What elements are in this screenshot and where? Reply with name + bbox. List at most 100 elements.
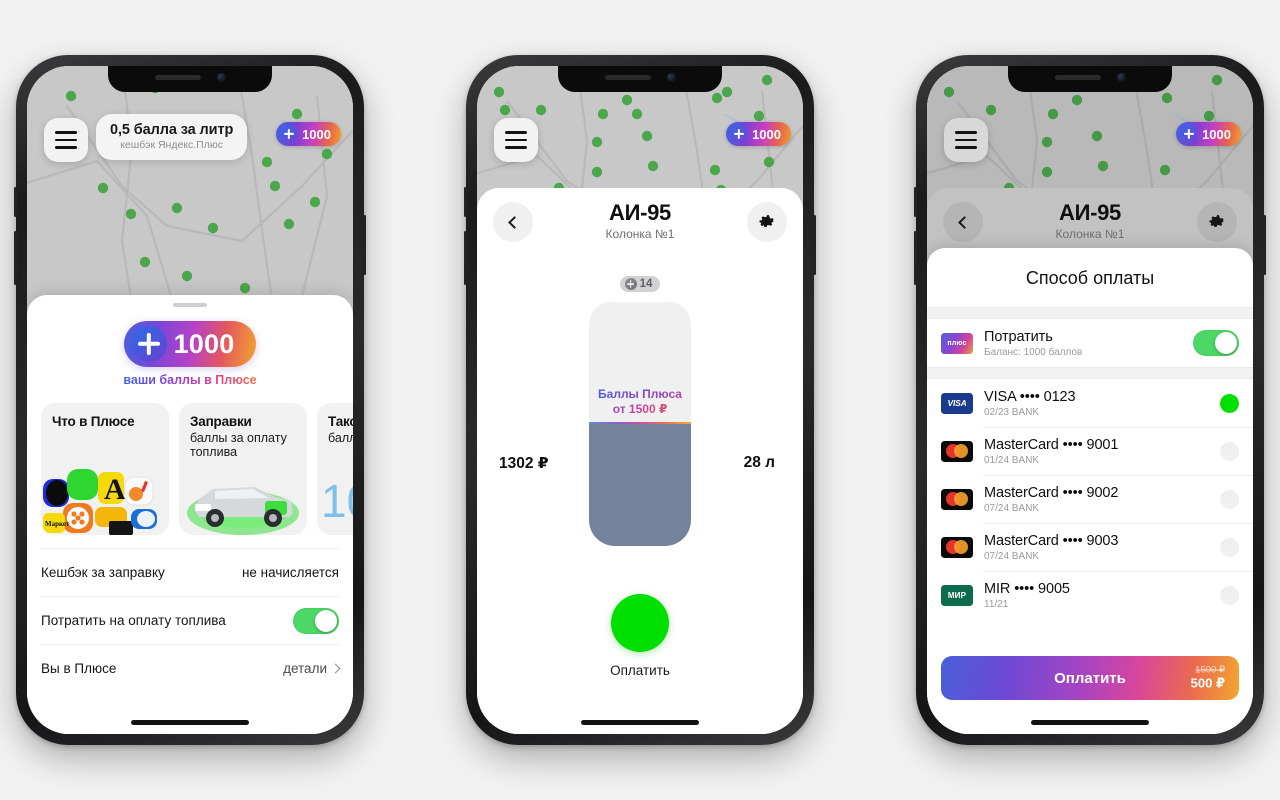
chevron-right-icon [330, 663, 341, 674]
payment-radio[interactable] [1220, 489, 1239, 509]
home-indicator[interactable] [1031, 720, 1149, 725]
back-chevron-icon [958, 215, 971, 229]
balance-points: 1000 [173, 328, 235, 359]
mir-card-icon: МИР [941, 584, 973, 606]
number-10: 10 [317, 463, 353, 535]
payment-row-meta: 01/24 BANK [984, 455, 1040, 466]
plus-points-chip[interactable]: 1000 [726, 122, 791, 146]
payment-row-text: MasterCard •••• 9002 07/24 BANK [984, 484, 1209, 514]
payment-row-mastercard-9001[interactable]: MasterCard •••• 9001 01/24 BANK [927, 427, 1253, 475]
plus-spend-toggle[interactable] [1193, 330, 1239, 356]
pay-button-label: Оплатить [1054, 669, 1126, 687]
pay-button[interactable]: Оплатить 1500 ₽ 500 ₽ [941, 656, 1239, 700]
plus-bottom-sheet[interactable]: 1000 ваши баллы в Плюсе Что в Плюсе A Ма… [27, 295, 353, 734]
pay-circle-button[interactable] [611, 594, 669, 652]
power-button[interactable] [813, 215, 816, 275]
plus-points-value: 1000 [302, 126, 331, 142]
home-indicator[interactable] [131, 720, 249, 725]
app-icons-collage: A Маркет [41, 463, 169, 535]
payment-row-visa-0123[interactable]: VISA VISA •••• 0123 02/23 BANK [927, 379, 1253, 427]
fuel-header: АИ-95 Колонка №1 [477, 188, 803, 262]
payment-radio[interactable] [1220, 585, 1239, 605]
speaker-slot [1054, 75, 1101, 80]
details-link[interactable]: детали [283, 661, 341, 676]
svg-text:A: A [104, 473, 126, 506]
back-button[interactable] [493, 202, 533, 242]
visa-card-icon: VISA [941, 392, 973, 414]
payment-row-mastercard-9003[interactable]: MasterCard •••• 9003 07/24 BANK [927, 523, 1253, 571]
row-spend-on-fuel[interactable]: Потратить на оплату топлива [41, 596, 339, 644]
hamburger-menu-icon[interactable] [44, 118, 88, 162]
promo-card-taxi[interactable]: Такси баллы Ком 10 [317, 403, 353, 535]
row-value: не начисляется [241, 565, 339, 580]
back-button[interactable] [943, 202, 983, 242]
svg-text:10: 10 [321, 475, 353, 527]
payment-row-name: Потратить [984, 329, 1053, 345]
payment-row-mir-9005[interactable]: МИР MIR •••• 9005 11/21 [927, 571, 1253, 619]
power-button[interactable] [363, 215, 366, 275]
threshold-line-1: Баллы Плюса [589, 387, 691, 401]
payment-row-name: VISA •••• 0123 [984, 389, 1076, 405]
app-icons-svg: A Маркет [43, 469, 157, 535]
mastercard-card-icon [941, 536, 973, 558]
screenshot-stage: 0,5 балла за литр кешбэк Яндекс.Плюс 100… [0, 0, 1280, 800]
hamburger-menu-icon[interactable] [494, 118, 538, 162]
promo-card-fuel[interactable]: Заправки баллы за оплату топлива [179, 403, 307, 535]
points-earn-value: 14 [639, 278, 653, 290]
spend-on-fuel-toggle[interactable] [293, 607, 339, 634]
hamburger-menu-icon[interactable] [944, 118, 988, 162]
payment-row-plus[interactable]: плюс Потратить Баланс: 1000 баллов [927, 319, 1253, 367]
home-indicator[interactable] [581, 720, 699, 725]
plus-badge-icon [624, 278, 637, 290]
plus-badge-icon [130, 326, 167, 362]
cashback-tooltip[interactable]: 0,5 балла за литр кешбэк Яндекс.Плюс [96, 114, 248, 160]
fuel-tank-threshold-line [589, 422, 691, 424]
row-label: Потратить на оплату топлива [41, 613, 226, 628]
payment-radio-selected[interactable] [1220, 393, 1239, 413]
row-you-in-plus[interactable]: Вы в Плюсе детали [41, 644, 341, 692]
phone-notch [558, 66, 722, 92]
fuel-sheet: АИ-95 Колонка №1 14 Баллы Плюса от 1500 … [477, 188, 803, 734]
gear-icon [1209, 215, 1225, 227]
row-cashback[interactable]: Кешбэк за заправку не начисляется [41, 548, 339, 596]
payment-row-meta: 11/21 [984, 599, 1009, 610]
fuel-price-value: 1302 ₽ [499, 455, 549, 472]
payment-radio[interactable] [1220, 537, 1239, 557]
settings-button[interactable] [747, 202, 787, 242]
section-gap [927, 367, 1253, 379]
settings-button[interactable] [1197, 202, 1237, 242]
settings-rows: Кешбэк за заправку не начисляется Потрат… [27, 548, 353, 692]
fuel-tank-area: Баллы Плюса от 1500 ₽ 1302 ₽ 28 л [477, 302, 803, 552]
plus-points-chip[interactable]: 1000 [1176, 122, 1241, 146]
payment-radio[interactable] [1220, 441, 1239, 461]
ten-svg: 10 [321, 475, 353, 527]
plus-card-icon: плюс [941, 332, 973, 354]
promo-card-title: Что в Плюсе [52, 414, 135, 429]
threshold-line-2: от 1500 ₽ [589, 402, 691, 416]
mastercard-card-icon [941, 440, 973, 462]
payment-row-mastercard-9002[interactable]: MasterCard •••• 9002 07/24 BANK [927, 475, 1253, 523]
front-camera [216, 73, 226, 82]
fuel-tank-slider[interactable]: Баллы Плюса от 1500 ₽ [589, 302, 691, 546]
svg-text:Маркет: Маркет [45, 520, 70, 528]
phone-notch [1008, 66, 1172, 92]
payment-row-meta: 02/23 BANK [984, 407, 1040, 418]
phone-3-screen: 1000 АИ-95 Колонка №1 Способ оплаты плюс… [927, 66, 1253, 734]
payment-sheet-title: Способ оплаты [1025, 268, 1155, 288]
plus-badge-icon [730, 125, 749, 143]
promo-card-subtitle: баллы Ком [328, 431, 353, 446]
pay-new-price: 500 ₽ [1190, 675, 1225, 691]
phone-3: 1000 АИ-95 Колонка №1 Способ оплаты плюс… [914, 55, 1266, 745]
payment-row-name: MasterCard •••• 9002 [984, 485, 1119, 501]
fuel-tank-threshold-label: Баллы Плюса от 1500 ₽ [589, 387, 691, 416]
payment-row-text: VISA •••• 0123 02/23 BANK [984, 388, 1209, 418]
promo-card-what-in-plus[interactable]: Что в Плюсе A Маркет [41, 403, 169, 535]
power-button[interactable] [1263, 215, 1266, 275]
plus-points-chip[interactable]: 1000 [276, 122, 341, 146]
payment-row-name: MIR •••• 9005 [984, 581, 1070, 597]
balance-caption: ваши баллы в Плюсе [123, 373, 257, 387]
back-chevron-icon [508, 215, 521, 229]
visa-label: VISA [947, 398, 967, 408]
balance-badge[interactable]: 1000 [123, 321, 257, 367]
promo-cards-carousel[interactable]: Что в Плюсе A Маркет Заправки баллы за о… [27, 393, 353, 535]
